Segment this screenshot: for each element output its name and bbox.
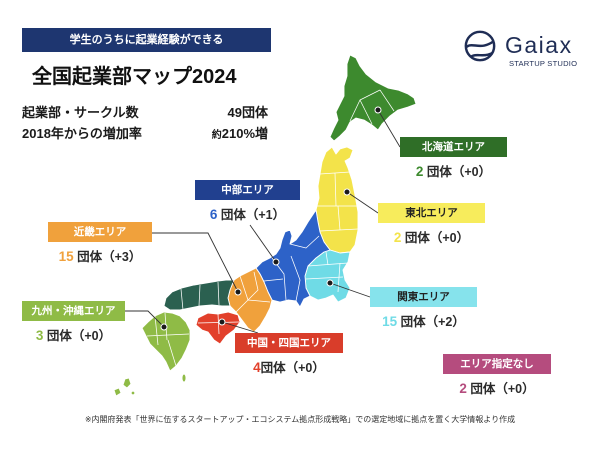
kyushu-okinawa-label: 九州・沖縄エリア [22,301,125,321]
hokkaido-marker-dot [374,106,382,114]
source-footnote: ※内閣府発表「世界に伍するスタートアップ・エコシステム拠点形成戦略」での選定地域… [84,415,516,424]
kinki-change: 団体（+3） [73,250,142,264]
growth-rate-value: 約210%増 [212,125,268,145]
tanegashima-island [181,373,187,383]
chubu-marker-dot [272,258,280,266]
kinki-marker-dot [234,288,242,296]
club-count-value: 49団体 [227,105,268,120]
region-chugoku-shikoku: 中国・四国エリア 4団体（+0） [235,333,343,376]
startup-club-map-infographic: 学生のうちに起業経験ができる 全国起業部マップ2024 起業部・サークル数 49… [0,0,600,450]
tohoku-count-line: 2 団体（+0） [378,230,485,246]
region-kanto: 関東エリア 15 団体（+2） [370,287,477,330]
okinawa-island [113,387,122,397]
kyushu-okinawa-count-line: 3 団体（+0） [22,328,125,344]
gaiax-logo-icon [464,30,496,62]
tagline-banner: 学生のうちに起業経験ができる [22,28,271,52]
kyushu-map-area [141,311,191,372]
growth-rate-number: 210%増 [221,126,268,141]
tohoku-label: 東北エリア [378,203,485,223]
region-chubu: 中部エリア 6 団体（+1） [195,180,300,223]
chugoku-shikoku-change: 団体（+0） [260,361,325,375]
region-kinki: 近畿エリア 15 団体（+3） [48,222,152,265]
unspecified-label: エリア指定なし [443,354,551,374]
kyushu-okinawa-marker-dot [160,323,168,331]
kinki-label: 近畿エリア [48,222,152,242]
kanto-count: 15 [382,314,398,329]
hokkaido-label: 北海道エリア [400,137,507,157]
kinki-count-line: 15 団体（+3） [48,249,152,265]
brand-tagline: STARTUP STUDIO [509,59,578,68]
region-kyushu-okinawa: 九州・沖縄エリア 3 団体（+0） [22,301,125,344]
unspecified-count: 2 [459,381,467,396]
hokkaido-change: 団体（+0） [423,165,492,179]
region-hokkaido: 北海道エリア 2 団体（+0） [400,137,507,180]
club-count-label: 起業部・サークル数 [22,105,139,120]
brand-name: Gaiax [505,32,573,58]
page-title: 全国起業部マップ2024 [32,66,237,88]
unspecified-count-line: 2 団体（+0） [443,381,551,397]
kinki-count: 15 [58,249,74,264]
tohoku-marker-dot [343,188,351,196]
chugoku-shikoku-label: 中国・四国エリア [235,333,343,353]
chubu-change: 団体（+1） [217,208,286,222]
chugoku-shikoku-marker-dot [218,318,226,326]
region-unspecified: エリア指定なし 2 団体（+0） [443,354,551,397]
kanto-change: 団体（+2） [397,315,465,329]
hokkaido-map-area [329,54,417,142]
chubu-leader-line [249,224,277,263]
region-tohoku: 東北エリア 2 団体（+0） [378,203,485,246]
growth-rate-label: 2018年からの増加率 [22,126,142,141]
growth-rate-stat: 2018年からの増加率 約210%増 [22,125,268,145]
kanto-count-line: 15 団体（+2） [370,314,477,330]
kyushu-okinawa-change: 団体（+0） [43,329,112,343]
kanto-marker-dot [326,279,334,287]
okinawa-island [122,377,132,389]
chugoku-shikoku-count: 4 [253,360,261,375]
kanto-label: 関東エリア [370,287,477,307]
tohoku-change: 団体（+0） [401,231,470,245]
club-count-stat: 起業部・サークル数 49団体 [22,104,268,122]
hokkaido-count-line: 2 団体（+0） [400,164,507,180]
chubu-label: 中部エリア [195,180,300,200]
chugoku-shikoku-count-line: 4団体（+0） [235,360,343,376]
unspecified-change: 団体（+0） [466,382,535,396]
growth-rate-prefix: 約 [211,130,222,141]
okinawa-island [130,390,136,396]
chubu-count-line: 6 団体（+1） [195,207,300,223]
